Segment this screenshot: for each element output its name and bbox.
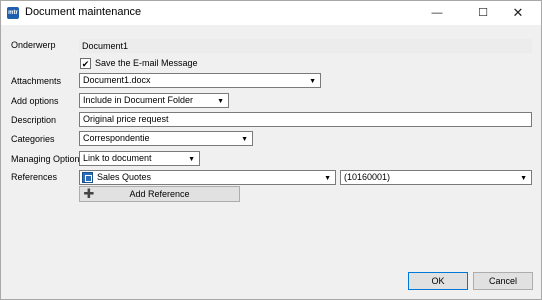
subject-label: Onderwerp	[11, 40, 56, 50]
chevron-down-icon: ▼	[217, 98, 224, 105]
reference-number-value: (10160001)	[344, 172, 391, 182]
categories-value: Correspondentie	[83, 133, 150, 143]
attachments-label: Attachments	[11, 76, 62, 86]
reference-number-dropdown[interactable]: (10160001) ▼	[340, 170, 532, 185]
close-button[interactable]: ✕	[495, 1, 541, 25]
chevron-down-icon: ▼	[241, 136, 248, 143]
description-input[interactable]: Original price request	[79, 112, 532, 127]
save-email-checkbox[interactable]: ✔	[80, 58, 91, 69]
chevron-down-icon: ▼	[188, 156, 195, 163]
description-label: Description	[11, 115, 57, 125]
save-email-label[interactable]: Save the E-mail Message	[95, 58, 198, 68]
minimize-button[interactable]: —	[414, 1, 460, 25]
chevron-down-icon: ▼	[309, 78, 316, 85]
cancel-button[interactable]: Cancel	[473, 272, 533, 290]
reference-type-value: Sales Quotes	[97, 172, 152, 182]
categories-label: Categories	[11, 134, 55, 144]
managing-option-dropdown[interactable]: Link to document ▼	[79, 151, 200, 166]
reference-type-dropdown[interactable]: Sales Quotes ▼	[79, 170, 336, 185]
add-options-dropdown[interactable]: Include in Document Folder ▼	[79, 93, 229, 108]
add-reference-button[interactable]: ✚ Add Reference	[79, 186, 240, 202]
app-logo-icon: mtr	[7, 7, 19, 19]
title-bar: mtr Document maintenance — ☐ ✕	[1, 1, 541, 25]
ok-button[interactable]: OK	[408, 272, 468, 290]
add-options-value: Include in Document Folder	[83, 95, 194, 105]
references-label: References	[11, 172, 58, 182]
managing-option-label: Managing Option	[11, 154, 80, 164]
attachments-dropdown[interactable]: Document1.docx ▼	[79, 73, 321, 88]
document-maintenance-window: mtr Document maintenance — ☐ ✕ Onderwerp…	[0, 0, 542, 300]
plus-icon: ✚	[83, 186, 95, 201]
managing-option-value: Link to document	[83, 153, 152, 163]
window-title: Document maintenance	[25, 6, 142, 18]
document-icon	[82, 172, 93, 183]
categories-dropdown[interactable]: Correspondentie ▼	[79, 131, 253, 146]
attachments-value: Document1.docx	[83, 75, 151, 85]
subject-value: Document1	[79, 39, 532, 53]
chevron-down-icon: ▼	[324, 175, 331, 182]
add-reference-label: Add Reference	[129, 189, 190, 199]
chevron-down-icon: ▼	[520, 175, 527, 182]
add-options-label: Add options	[11, 96, 59, 106]
dialog-body: Onderwerp Document1 ✔ Save the E-mail Me…	[1, 25, 541, 299]
